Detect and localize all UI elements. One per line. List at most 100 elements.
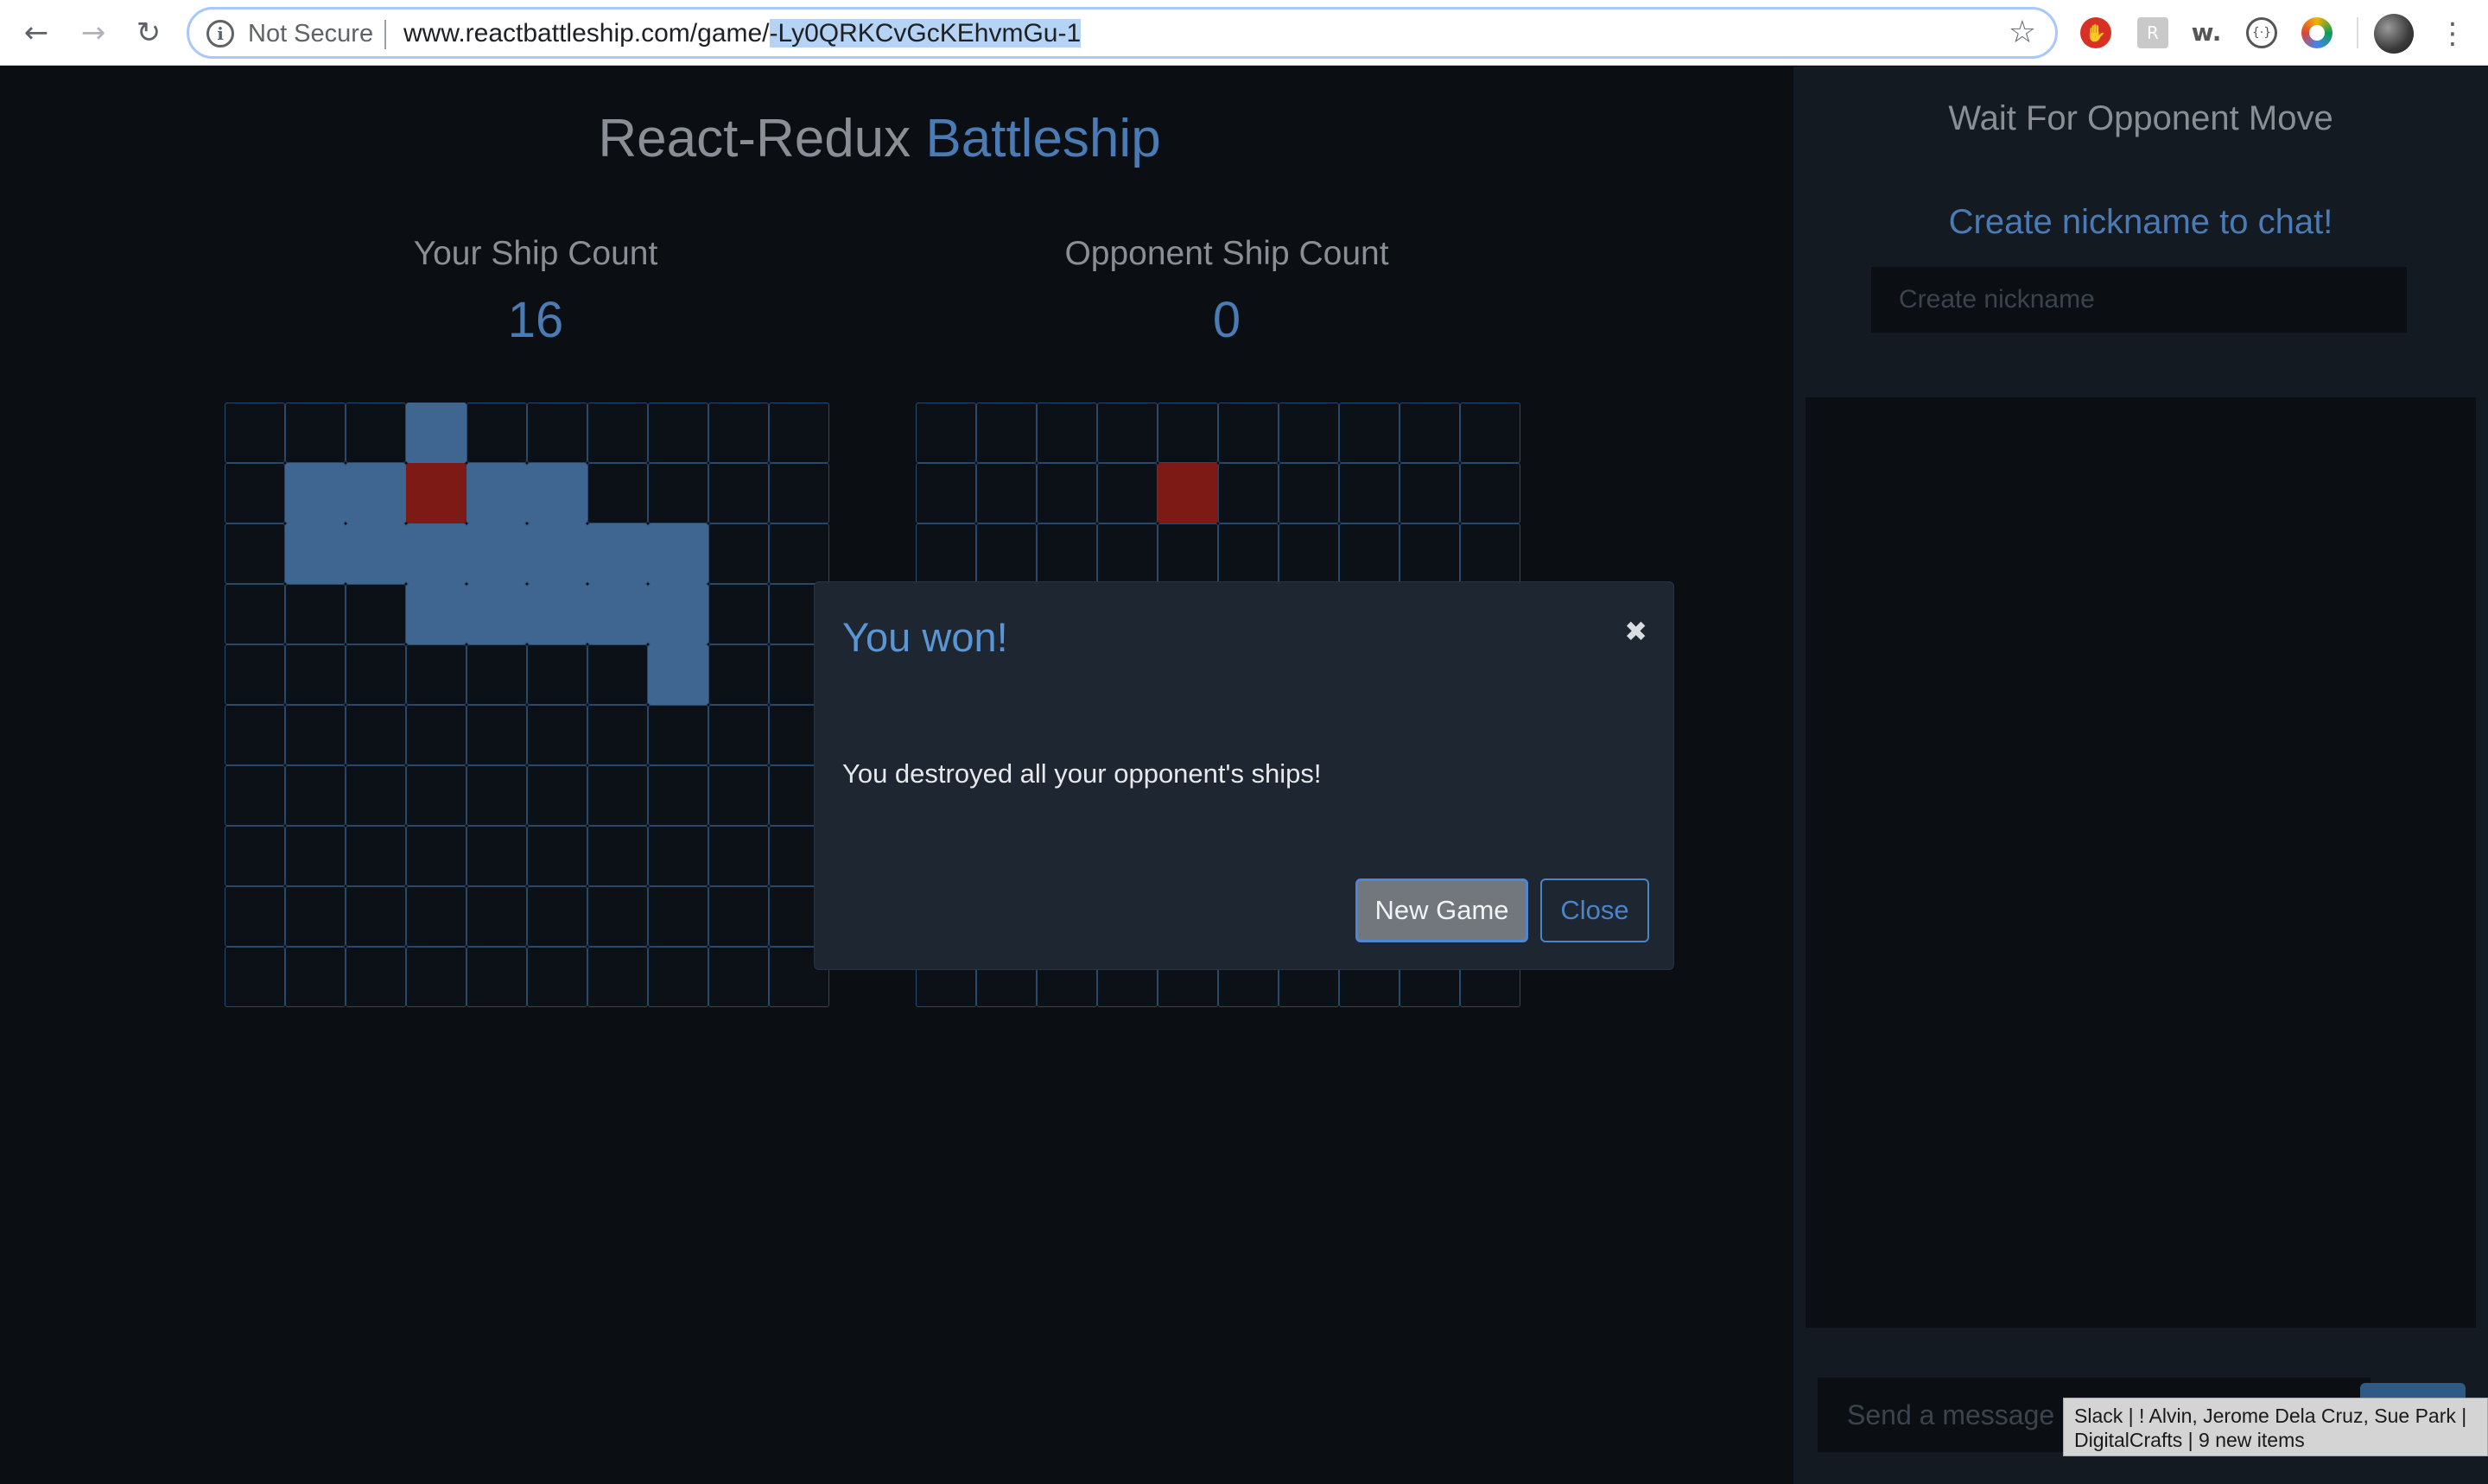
- opponent-board-cell[interactable]: [1158, 463, 1218, 523]
- your-board-cell[interactable]: [466, 947, 527, 1007]
- your-board-cell[interactable]: [708, 584, 769, 644]
- your-board-cell[interactable]: [708, 947, 769, 1007]
- your-board-cell[interactable]: [225, 765, 285, 826]
- back-arrow-icon[interactable]: ←: [17, 14, 55, 52]
- opponent-board-cell[interactable]: [976, 403, 1037, 463]
- opponent-board-cell[interactable]: [1279, 523, 1339, 584]
- address-bar[interactable]: i Not Secure www.reactbattleship.com/gam…: [187, 7, 2058, 59]
- your-board-cell[interactable]: [527, 826, 587, 886]
- your-board-cell[interactable]: [285, 463, 346, 523]
- your-board-cell[interactable]: [285, 765, 346, 826]
- your-board-cell[interactable]: [466, 403, 527, 463]
- your-board-cell[interactable]: [225, 947, 285, 1007]
- your-board-cell[interactable]: [708, 403, 769, 463]
- star-icon[interactable]: ☆: [2009, 15, 2036, 50]
- your-board-cell[interactable]: [708, 826, 769, 886]
- create-nickname-link[interactable]: Create nickname to chat!: [1793, 203, 2488, 242]
- your-board-cell[interactable]: [769, 403, 829, 463]
- your-board-cell[interactable]: [406, 947, 466, 1007]
- your-board-cell[interactable]: [406, 523, 466, 584]
- your-board-cell[interactable]: [527, 765, 587, 826]
- your-board-cell[interactable]: [406, 886, 466, 947]
- your-board-cell[interactable]: [346, 826, 406, 886]
- your-board-cell[interactable]: [708, 463, 769, 523]
- close-button[interactable]: Close: [1540, 878, 1649, 942]
- opponent-board-cell[interactable]: [1460, 523, 1520, 584]
- opponent-board-cell[interactable]: [916, 463, 976, 523]
- close-icon[interactable]: ✖: [1624, 615, 1647, 648]
- your-board-cell[interactable]: [225, 584, 285, 644]
- your-board-cell[interactable]: [648, 584, 708, 644]
- your-board-cell[interactable]: [587, 644, 648, 705]
- new-game-button[interactable]: New Game: [1355, 878, 1528, 942]
- your-board-cell[interactable]: [587, 403, 648, 463]
- your-board-cell[interactable]: [648, 947, 708, 1007]
- your-board-cell[interactable]: [285, 826, 346, 886]
- opponent-board-cell[interactable]: [1158, 403, 1218, 463]
- your-board-cell[interactable]: [225, 886, 285, 947]
- your-board-cell[interactable]: [285, 947, 346, 1007]
- your-board-cell[interactable]: [708, 644, 769, 705]
- your-board-cell[interactable]: [466, 584, 527, 644]
- your-board-cell[interactable]: [406, 826, 466, 886]
- your-board-cell[interactable]: [466, 523, 527, 584]
- your-board-cell[interactable]: [466, 886, 527, 947]
- your-board-cell[interactable]: [466, 705, 527, 765]
- forward-arrow-icon[interactable]: →: [74, 14, 112, 52]
- your-board-cell[interactable]: [346, 765, 406, 826]
- your-board-cell[interactable]: [285, 523, 346, 584]
- opponent-board-cell[interactable]: [1097, 523, 1158, 584]
- your-board-cell[interactable]: [527, 644, 587, 705]
- your-board-cell[interactable]: [225, 826, 285, 886]
- your-board-cell[interactable]: [587, 523, 648, 584]
- your-board-cell[interactable]: [708, 523, 769, 584]
- your-board-cell[interactable]: [587, 765, 648, 826]
- opponent-board-cell[interactable]: [1158, 523, 1218, 584]
- your-board-cell[interactable]: [285, 705, 346, 765]
- your-board-cell[interactable]: [708, 886, 769, 947]
- opponent-board-cell[interactable]: [1097, 403, 1158, 463]
- color-extension-icon[interactable]: [2301, 17, 2332, 48]
- your-board-cell[interactable]: [346, 947, 406, 1007]
- code-extension-icon[interactable]: {·}: [2246, 17, 2277, 48]
- your-board-cell[interactable]: [406, 644, 466, 705]
- your-board-cell[interactable]: [587, 705, 648, 765]
- your-board-cell[interactable]: [285, 584, 346, 644]
- your-board-cell[interactable]: [587, 886, 648, 947]
- your-board-cell[interactable]: [466, 463, 527, 523]
- your-board-cell[interactable]: [648, 463, 708, 523]
- your-board-cell[interactable]: [466, 644, 527, 705]
- opponent-board-cell[interactable]: [1460, 463, 1520, 523]
- your-board-cell[interactable]: [648, 644, 708, 705]
- your-board-cell[interactable]: [708, 705, 769, 765]
- your-board-cell[interactable]: [466, 826, 527, 886]
- opponent-board-cell[interactable]: [1097, 463, 1158, 523]
- your-board-cell[interactable]: [225, 403, 285, 463]
- your-board-cell[interactable]: [648, 765, 708, 826]
- your-board-cell[interactable]: [346, 705, 406, 765]
- your-board-cell[interactable]: [527, 523, 587, 584]
- your-board-cell[interactable]: [648, 403, 708, 463]
- profile-avatar[interactable]: [2374, 14, 2414, 54]
- your-board-cell[interactable]: [527, 947, 587, 1007]
- your-board-cell[interactable]: [769, 463, 829, 523]
- your-board-cell[interactable]: [648, 705, 708, 765]
- opponent-board-cell[interactable]: [1218, 403, 1279, 463]
- your-board-cell[interactable]: [527, 403, 587, 463]
- your-board-cell[interactable]: [527, 463, 587, 523]
- your-board-cell[interactable]: [346, 523, 406, 584]
- your-board-cell[interactable]: [346, 886, 406, 947]
- opponent-board-cell[interactable]: [1037, 523, 1097, 584]
- your-board-cell[interactable]: [346, 584, 406, 644]
- menu-dots-icon[interactable]: ⋮: [2438, 12, 2467, 55]
- opponent-board-cell[interactable]: [1339, 463, 1400, 523]
- your-board-cell[interactable]: [285, 886, 346, 947]
- your-board-cell[interactable]: [346, 463, 406, 523]
- opponent-board-cell[interactable]: [1218, 523, 1279, 584]
- your-board-cell[interactable]: [225, 463, 285, 523]
- opponent-board-cell[interactable]: [916, 403, 976, 463]
- your-board-cell[interactable]: [406, 403, 466, 463]
- your-board-cell[interactable]: [527, 705, 587, 765]
- opponent-board-cell[interactable]: [1460, 403, 1520, 463]
- your-board-cell[interactable]: [406, 705, 466, 765]
